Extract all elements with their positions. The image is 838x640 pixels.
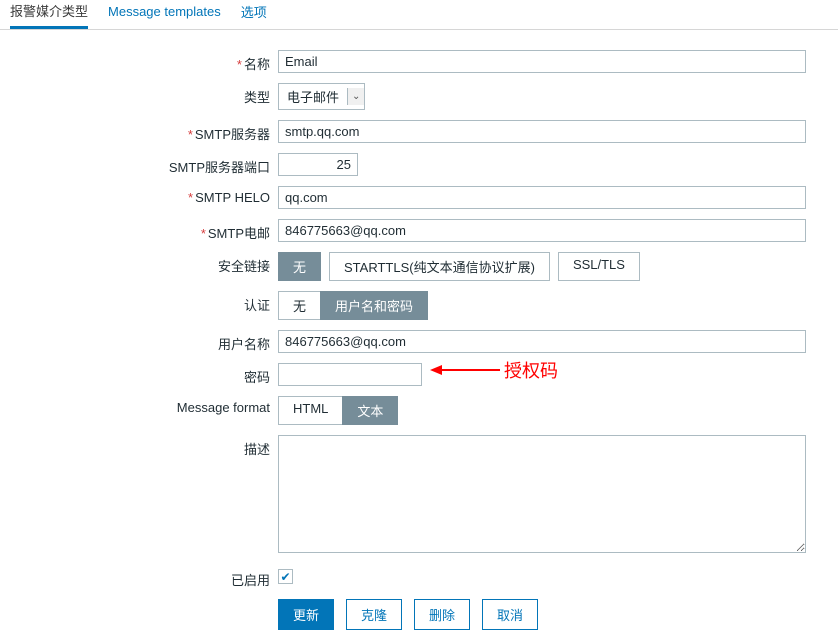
action-bar: 更新 克隆 删除 取消	[278, 599, 828, 630]
ssl-none-button[interactable]: 无	[278, 252, 321, 281]
label-name: *名称	[10, 50, 278, 73]
label-auth: 认证	[10, 291, 278, 314]
auth-group: 无 用户名和密码	[278, 291, 828, 320]
label-ssl: 安全链接	[10, 252, 278, 275]
label-smtp-port: SMTP服务器端口	[10, 153, 278, 176]
update-button[interactable]: 更新	[278, 599, 334, 630]
enabled-checkbox[interactable]: ✔	[278, 569, 293, 584]
format-html-button[interactable]: HTML	[278, 396, 343, 425]
smtp-port-input[interactable]	[278, 153, 358, 176]
format-text-button[interactable]: 文本	[342, 396, 398, 425]
tab-message-templates[interactable]: Message templates	[108, 4, 221, 25]
description-textarea[interactable]	[278, 435, 806, 553]
clone-button[interactable]: 克隆	[346, 599, 402, 630]
type-select-value: 电子邮件	[279, 84, 347, 109]
password-input[interactable]	[278, 363, 422, 386]
format-group: HTML 文本	[278, 396, 828, 425]
tab-bar: 报警媒介类型 Message templates 选项	[0, 0, 838, 30]
auth-userpass-button[interactable]: 用户名和密码	[320, 291, 428, 320]
chevron-down-icon: ⌄	[347, 88, 364, 105]
smtp-email-input[interactable]	[278, 219, 806, 242]
type-select[interactable]: 电子邮件 ⌄	[278, 83, 365, 110]
smtp-server-input[interactable]	[278, 120, 806, 143]
label-username: 用户名称	[10, 330, 278, 353]
label-enabled: 已启用	[10, 566, 278, 589]
username-input[interactable]	[278, 330, 806, 353]
label-message-format: Message format	[10, 396, 278, 415]
label-password: 密码	[10, 363, 278, 386]
ssl-starttls-button[interactable]: STARTTLS(纯文本通信协议扩展)	[329, 252, 550, 281]
tab-media-type[interactable]: 报警媒介类型	[10, 1, 88, 29]
smtp-helo-input[interactable]	[278, 186, 806, 209]
label-type: 类型	[10, 83, 278, 106]
ssl-ssltls-button[interactable]: SSL/TLS	[558, 252, 640, 281]
tab-options[interactable]: 选项	[241, 2, 267, 27]
cancel-button[interactable]: 取消	[482, 599, 538, 630]
auth-none-button[interactable]: 无	[278, 291, 321, 320]
form: *名称 类型 电子邮件 ⌄ *SMTP服务器 SMTP服务器端口 *SMTP H…	[0, 30, 838, 640]
ssl-group: 无 STARTTLS(纯文本通信协议扩展) SSL/TLS	[278, 252, 828, 281]
delete-button[interactable]: 删除	[414, 599, 470, 630]
label-smtp-server: *SMTP服务器	[10, 120, 278, 143]
label-smtp-helo: *SMTP HELO	[10, 186, 278, 205]
name-input[interactable]	[278, 50, 806, 73]
label-smtp-email: *SMTP电邮	[10, 219, 278, 242]
label-desc: 描述	[10, 435, 278, 458]
